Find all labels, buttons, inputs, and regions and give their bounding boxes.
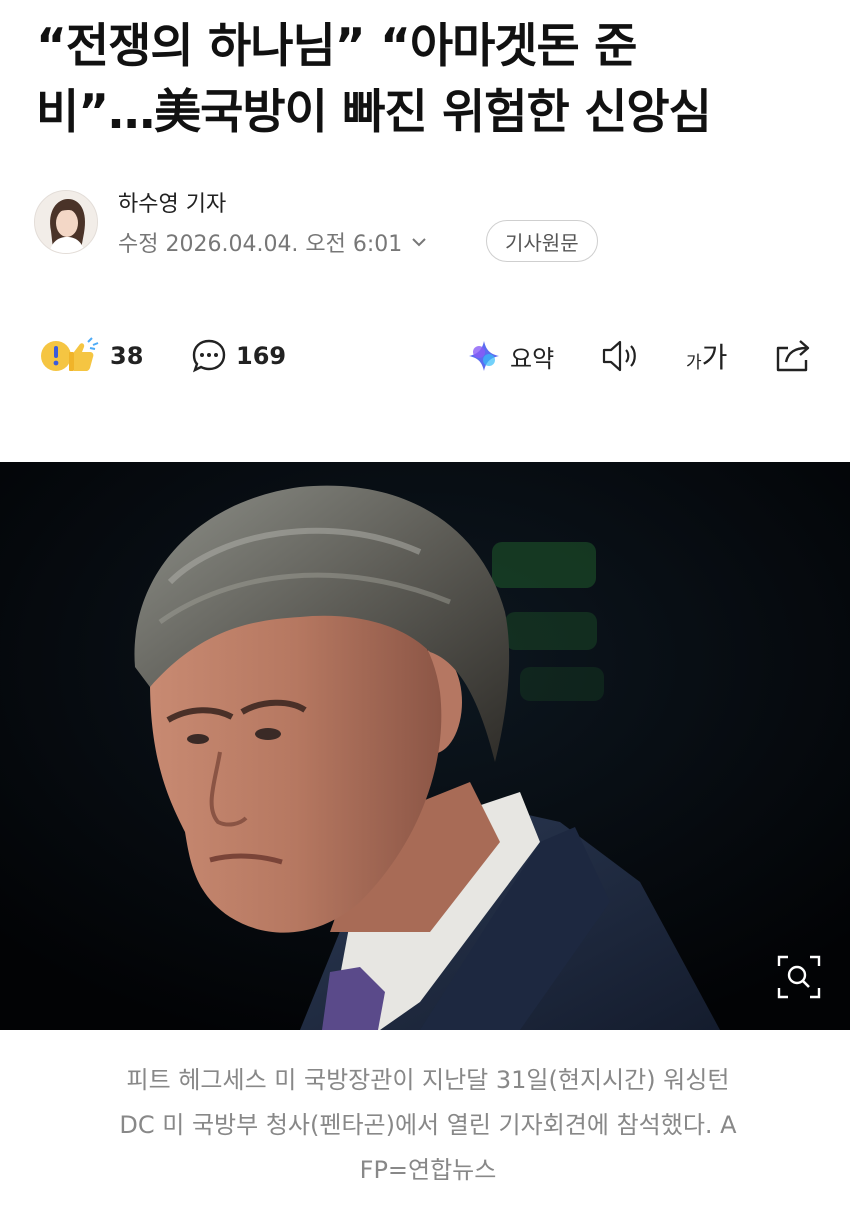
summary-button[interactable]: 요약	[466, 330, 554, 382]
photo-caption-line3: FP=연합뉴스	[359, 1156, 497, 1184]
modified-date[interactable]: 수정 2026.04.04. 오전 6:01	[118, 226, 430, 258]
comment-count: 169	[236, 342, 287, 370]
reaction-emoji-icon	[41, 337, 99, 371]
original-article-button[interactable]: 기사원문	[486, 220, 598, 262]
share-button[interactable]	[772, 330, 814, 382]
article-title: “전쟁의 하나님” “아마겟돈 준 비”…美국방이 빠진 위험한 신앙심	[36, 14, 826, 146]
article-title-line1: “전쟁의 하나님” “아마겟돈 준	[36, 19, 637, 74]
comment-bubble-icon	[192, 339, 226, 373]
article-photo[interactable]	[0, 462, 850, 1030]
photo-caption: 피트 헤그세스 미 국방장관이 지난달 31일(현지시간) 워싱턴 DC 미 국…	[38, 1058, 818, 1193]
font-size-button[interactable]: 가 가	[686, 330, 727, 382]
author-avatar[interactable]	[34, 190, 98, 254]
summary-label: 요약	[510, 344, 555, 373]
press-conference-portrait-image	[0, 462, 850, 1030]
photo-caption-line2: DC 미 국방부 청사(펜타곤)에서 열린 기자회견에 참석했다. A	[119, 1111, 737, 1139]
text-to-speech-button[interactable]	[598, 330, 644, 382]
comment-button[interactable]: 169	[190, 330, 286, 382]
zoom-magnifier-icon	[777, 955, 821, 999]
author-portrait-icon	[35, 191, 97, 253]
reaction-count: 38	[110, 342, 144, 370]
font-size-small-glyph: 가	[686, 352, 702, 373]
reaction-button[interactable]: 38	[38, 330, 143, 382]
speaker-icon	[602, 340, 636, 372]
byline: 하수영 기자 수정 2026.04.04. 오전 6:01 기사원문	[34, 186, 814, 262]
photo-caption-line1: 피트 헤그세스 미 국방장관이 지난달 31일(현지시간) 워싱턴	[126, 1066, 730, 1094]
article-title-line2: 비”…美국방이 빠진 위험한 신앙심	[36, 85, 712, 140]
modified-date-text: 수정 2026.04.04. 오전 6:01	[118, 232, 403, 257]
ai-summary-sparkle-icon	[469, 341, 499, 371]
author-name[interactable]: 하수영 기자	[118, 186, 226, 218]
chevron-down-icon	[412, 238, 427, 247]
article-action-bar: 38 169 요약 가 가	[38, 330, 818, 382]
photo-zoom-button[interactable]	[776, 954, 822, 1000]
font-size-large-glyph: 가	[701, 341, 728, 374]
share-icon	[776, 340, 810, 372]
